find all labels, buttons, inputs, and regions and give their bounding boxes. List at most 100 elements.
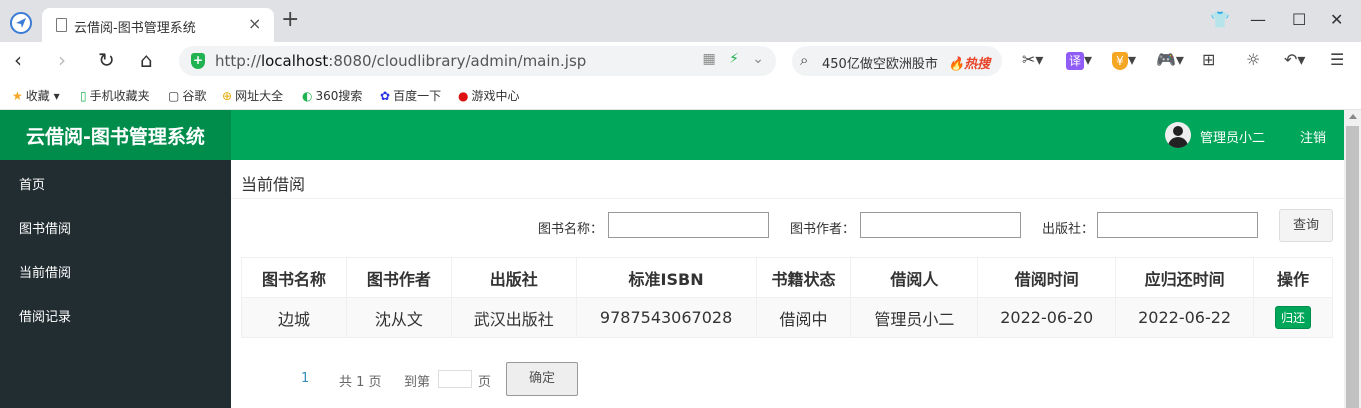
back-icon[interactable]: ‹ — [14, 50, 22, 70]
pagination-current-page[interactable]: 1 — [301, 371, 309, 386]
cell-action: 归还 — [1253, 297, 1333, 338]
col-return-time: 应归还时间 — [1115, 257, 1255, 298]
cell-book-name: 边城 — [241, 297, 347, 338]
bookmarks-bar: ★ 收藏 ▾ ▯ 手机收藏夹 ▢ 谷歌 ⊕ 网址大全 ◐ 360搜索 ✿ 百度一下 ● 游戏中… — [0, 80, 1361, 110]
sidebar: 首页 图书借阅 当前借阅 借阅记录 — [0, 160, 231, 408]
cell-borrow-time: 2022-06-20 — [977, 297, 1117, 338]
press-input[interactable] — [1097, 212, 1258, 238]
shirt-icon[interactable]: 👕 — [1210, 10, 1230, 29]
page-scrollbar[interactable] — [1344, 110, 1361, 408]
sidebar-item-current[interactable]: 当前借阅 — [19, 262, 71, 281]
return-button[interactable]: 归还 — [1275, 306, 1312, 329]
avatar[interactable] — [1165, 122, 1191, 148]
menu-icon[interactable]: ☰ — [1330, 51, 1344, 69]
hao-icon: ⊕ — [222, 89, 233, 103]
app-logo[interactable]: 云借阅-图书管理系统 — [0, 122, 231, 149]
chevron-down-icon[interactable]: ⌄ — [752, 51, 764, 67]
undo-icon[interactable]: ↶▾ — [1284, 51, 1305, 69]
logo-box: 云借阅-图书管理系统 — [0, 110, 231, 160]
bookmark-360[interactable]: ◐ 360搜索 — [302, 87, 362, 104]
sidebar-item-borrow[interactable]: 图书借阅 — [19, 218, 71, 237]
press-label: 出版社： — [1042, 222, 1095, 237]
borrow-table: 图书名称 图书作者 出版社 标准ISBN 书籍状态 借阅人 借阅时间 应归还时间… — [241, 257, 1333, 338]
bookmark-google[interactable]: ▢ 谷歌 — [168, 87, 206, 104]
main-content: 当前借阅 图书名称： 图书作者： 出版社： 查询 图书名称 图书作者 出版社 标… — [231, 160, 1344, 408]
col-book-name: 图书名称 — [241, 257, 347, 298]
divider — [231, 198, 1344, 199]
pagination-page-unit: 页 — [478, 375, 492, 390]
address-bar-row: ‹ › ↻ ⌂ + http://localhost:8080/cloudlib… — [0, 42, 1361, 80]
pagination-page-input[interactable] — [438, 370, 472, 388]
col-borrower: 借阅人 — [850, 257, 979, 298]
bookmark-favorites[interactable]: ★ 收藏 ▾ — [12, 87, 60, 104]
bookmark-games[interactable]: ● 游戏中心 — [458, 87, 520, 104]
pagination-confirm-button[interactable]: 确定 — [506, 362, 578, 396]
sidebar-item-home[interactable]: 首页 — [19, 174, 45, 193]
grid-icon[interactable]: ⊞ — [1202, 51, 1215, 69]
scroll-thumb[interactable] — [1346, 126, 1359, 408]
brightness-icon[interactable]: ☼ — [1246, 51, 1260, 69]
url-rest: :8080/cloudlibrary/admin/main.jsp — [328, 52, 587, 70]
logout-link[interactable]: 注销 — [1300, 127, 1326, 146]
cell-borrower: 管理员小二 — [850, 297, 979, 338]
cell-press: 武汉出版社 — [450, 297, 577, 338]
book-name-input[interactable] — [608, 212, 769, 238]
paw-icon: ✿ — [380, 89, 391, 103]
app-header: 云借阅-图书管理系统 管理员小二 注销 — [0, 110, 1344, 160]
qr-icon[interactable]: ▦ — [702, 51, 715, 67]
minimize-icon[interactable]: — — [1250, 10, 1266, 29]
book-author-label: 图书作者： — [790, 222, 856, 237]
cell-isbn: 9787543067028 — [575, 297, 757, 338]
browser-tabbar: 云借阅-图书管理系统 × + 👕 — ☐ ✕ — [0, 0, 1361, 42]
cell-author: 沈从文 — [345, 297, 452, 338]
browser-logo-icon[interactable] — [10, 12, 32, 34]
shield-icon: + — [191, 53, 205, 69]
game-icon[interactable]: 🎮▾ — [1156, 51, 1184, 69]
col-borrow-time: 借阅时间 — [977, 257, 1117, 298]
hot-search-badge[interactable]: 🔥热搜 — [948, 53, 990, 72]
so360-icon: ◐ — [302, 89, 313, 103]
pagination-total: 共 1 页 — [339, 375, 382, 390]
book-name-label: 图书名称： — [538, 222, 604, 237]
close-window-icon[interactable]: ✕ — [1330, 10, 1343, 29]
search-icon: ⌕ — [800, 51, 809, 69]
bookmark-baidu[interactable]: ✿ 百度一下 — [380, 87, 441, 104]
col-status: 书籍状态 — [755, 257, 852, 298]
bookmark-mobile[interactable]: ▯ 手机收藏夹 — [80, 87, 150, 104]
table-header-row: 图书名称 图书作者 出版社 标准ISBN 书籍状态 借阅人 借阅时间 应归还时间… — [241, 257, 1333, 298]
bookmark-hao[interactable]: ⊕ 网址大全 — [222, 87, 283, 104]
search-input[interactable]: ⌕ 450亿做空欧洲股市 🔥热搜 — [792, 46, 1002, 76]
new-tab-icon[interactable]: + — [281, 9, 299, 31]
home-icon[interactable]: ⌂ — [140, 50, 153, 70]
sidebar-item-records[interactable]: 借阅记录 — [19, 306, 71, 325]
col-press: 出版社 — [450, 257, 577, 298]
close-tab-icon[interactable]: × — [248, 14, 261, 33]
page-title: 当前借阅 — [241, 175, 306, 194]
scissors-icon[interactable]: ✂▾ — [1022, 51, 1043, 69]
document-icon — [56, 18, 67, 32]
maximize-icon[interactable]: ☐ — [1292, 10, 1306, 29]
url-host: localhost — [260, 52, 329, 70]
scroll-up-icon[interactable] — [1349, 114, 1357, 119]
cell-status: 借阅中 — [755, 297, 852, 338]
tab-title: 云借阅-图书管理系统 — [74, 21, 196, 36]
url-input[interactable]: + http://localhost:8080/cloudlibrary/adm… — [179, 46, 776, 76]
star-icon: ★ — [12, 89, 23, 103]
query-button[interactable]: 查询 — [1279, 209, 1333, 242]
book-author-input[interactable] — [860, 212, 1021, 238]
reload-icon[interactable]: ↻ — [98, 50, 115, 70]
cell-return-time: 2022-06-22 — [1115, 297, 1255, 338]
phone-icon: ▯ — [80, 89, 87, 103]
url-prefix: http:// — [215, 52, 261, 70]
lightning-icon[interactable]: ⚡ — [729, 51, 739, 67]
wallet-icon[interactable]: ¥ ▾ — [1112, 51, 1136, 70]
col-isbn: 标准ISBN — [575, 257, 757, 298]
search-text: 450亿做空欧洲股市 — [822, 57, 938, 72]
col-action: 操作 — [1253, 257, 1333, 298]
pagination-goto-label: 到第 — [404, 375, 431, 390]
forward-icon[interactable]: › — [58, 50, 66, 70]
table-row: 边城 沈从文 武汉出版社 9787543067028 借阅中 管理员小二 202… — [241, 297, 1333, 338]
username[interactable]: 管理员小二 — [1200, 127, 1265, 146]
translate-icon[interactable]: 译 ▾ — [1066, 51, 1092, 70]
browser-tab[interactable]: 云借阅-图书管理系统 × — [42, 8, 274, 42]
